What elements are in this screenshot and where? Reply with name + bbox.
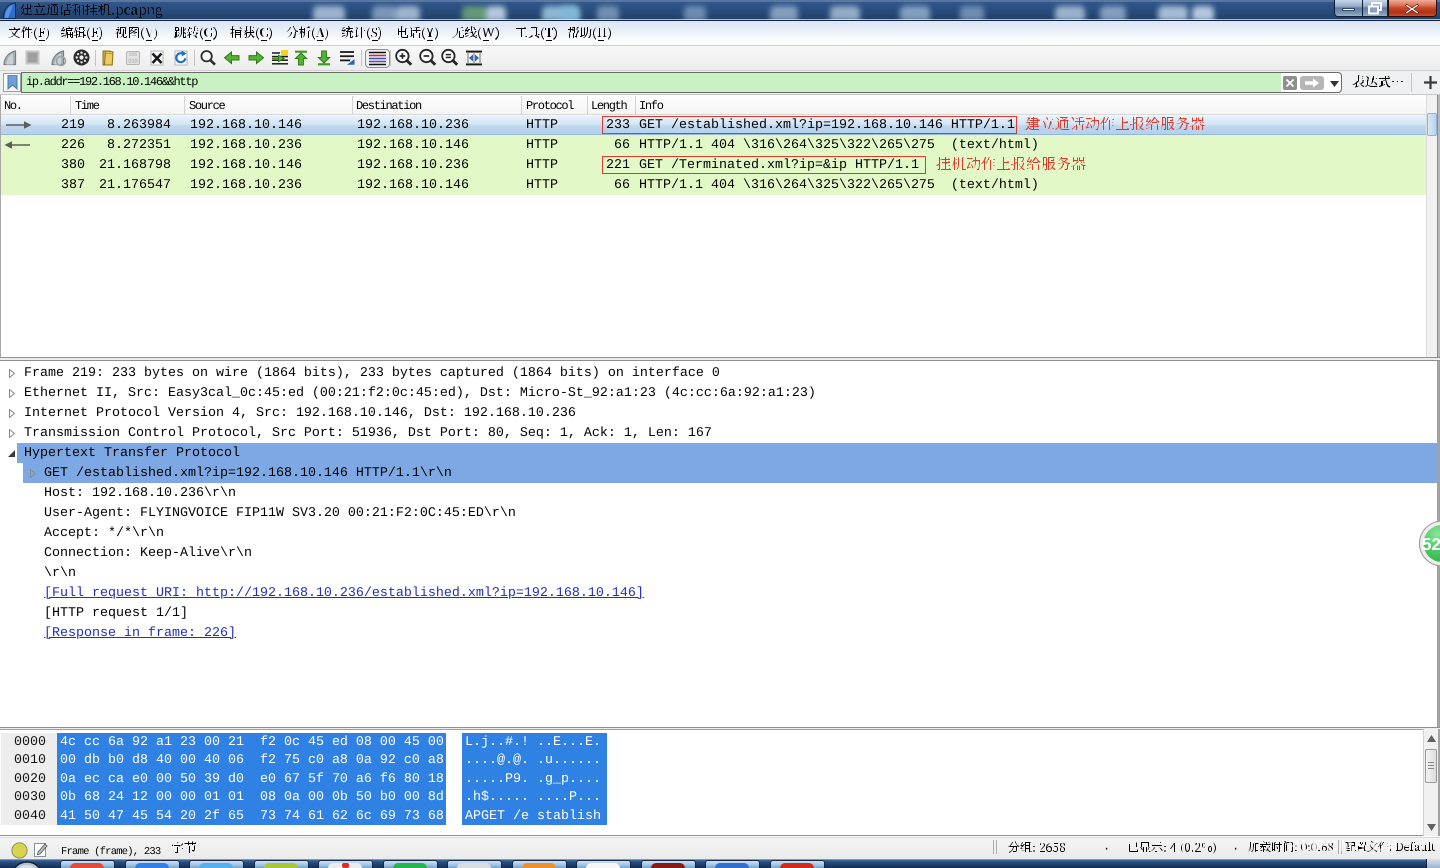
svg-text:52: 52 — [1422, 535, 1440, 554]
svg-text:010: 010 — [128, 59, 137, 65]
